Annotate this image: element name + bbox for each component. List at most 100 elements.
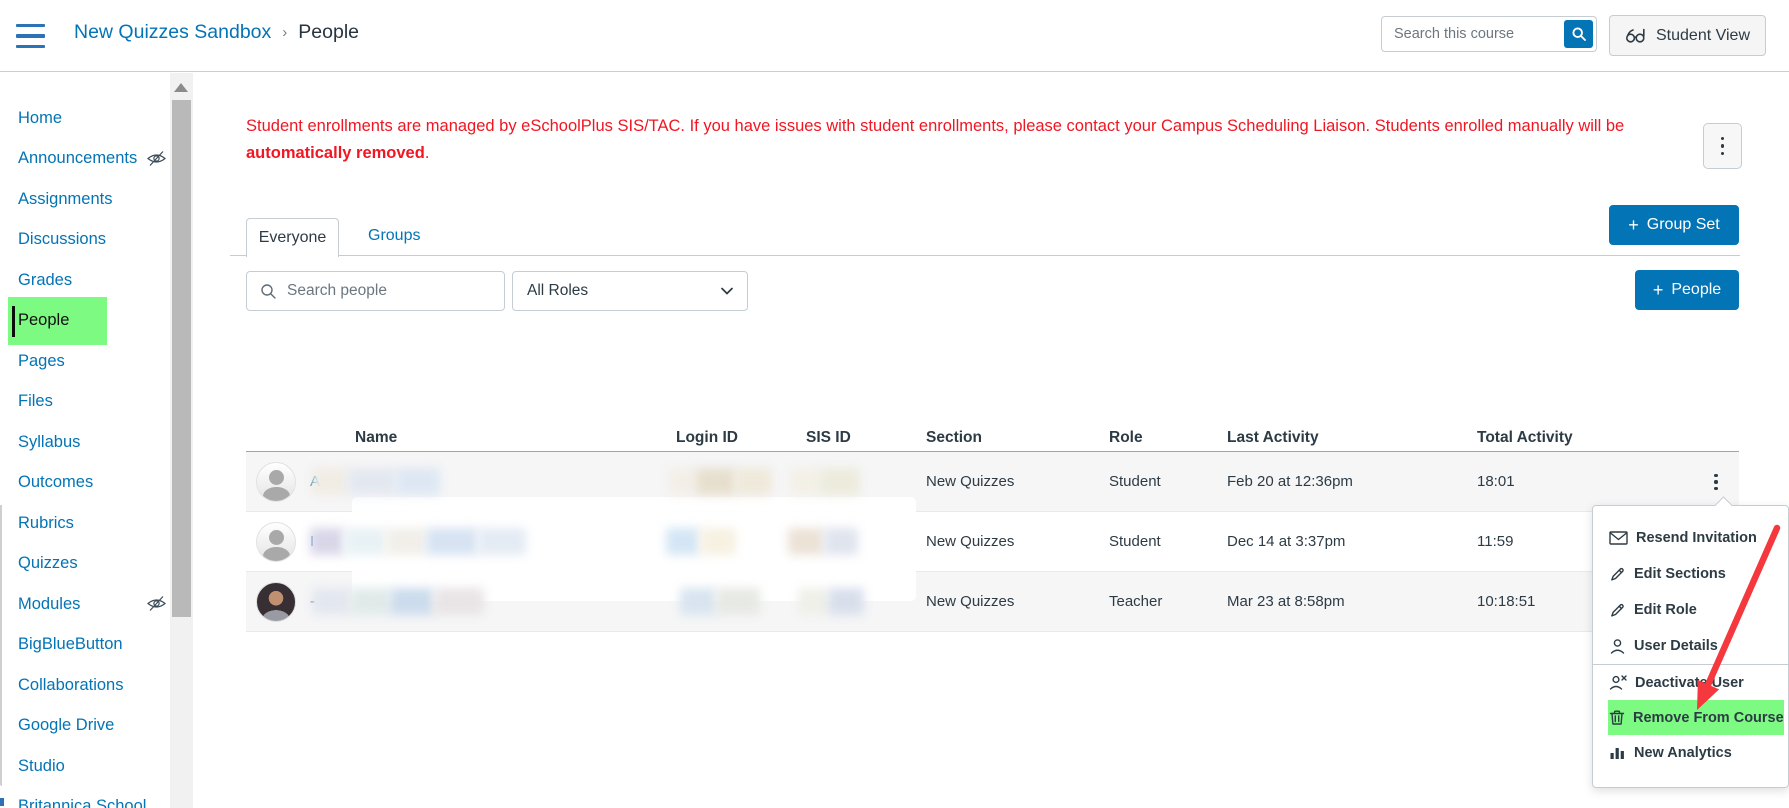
sidebar-item-grades[interactable]: Grades: [0, 260, 170, 301]
redacted-text-blob: [312, 588, 350, 615]
sidebar-item-bigbluebutton[interactable]: BigBlueButton: [0, 625, 170, 666]
redacted-text-blob: [478, 528, 526, 555]
redacted-text-blob: [390, 588, 434, 615]
redacted-text-blob: [680, 588, 716, 615]
menu-item-deactivate-user[interactable]: Deactivate User: [1593, 665, 1788, 700]
column-header-name: Name: [341, 429, 666, 447]
redacted-text-blob: [350, 588, 390, 615]
student-view-label: Student View: [1656, 27, 1750, 45]
active-item-indicator: [12, 306, 15, 337]
sidebar-item-britannica-school[interactable]: Britannica School: [0, 787, 170, 808]
chevron-down-icon: [721, 287, 733, 295]
roster-table: Name Login ID SIS ID Section Role Last A…: [246, 425, 1739, 632]
scrollbar-up-arrow-icon[interactable]: [174, 83, 188, 92]
redaction-blur-band: [352, 497, 916, 532]
menu-item-edit-sections[interactable]: Edit Sections: [1593, 556, 1788, 592]
tab-everyone[interactable]: Everyone: [246, 218, 339, 257]
page-options-kebab-button[interactable]: [1703, 123, 1742, 169]
pencil-icon: [1609, 602, 1626, 619]
pencil-icon: [1609, 566, 1626, 583]
role-cell: Teacher: [1099, 593, 1217, 610]
sidebar-item-outcomes[interactable]: Outcomes: [0, 463, 170, 504]
menu-item-new-analytics[interactable]: New Analytics: [1593, 735, 1788, 770]
menu-item-resend-invitation[interactable]: Resend Invitation: [1593, 520, 1788, 556]
sidebar-scrollbar[interactable]: [170, 73, 193, 808]
last-activity-cell: Dec 14 at 3:37pm: [1217, 533, 1467, 550]
sidebar-item-collaborations[interactable]: Collaborations: [0, 665, 170, 706]
redacted-text-blob: [696, 468, 736, 495]
menu-item-remove-from-course[interactable]: Remove From Course: [1608, 700, 1784, 735]
tab-groups[interactable]: Groups: [368, 227, 420, 245]
sidebar-item-rubrics[interactable]: Rubrics: [0, 503, 170, 544]
sidebar-item-quizzes[interactable]: Quizzes: [0, 544, 170, 585]
roles-filter-value: All Roles: [527, 282, 588, 300]
breadcrumb-course-link[interactable]: New Quizzes Sandbox: [74, 21, 271, 44]
sidebar-item-files[interactable]: Files: [0, 382, 170, 423]
trash-icon: [1609, 709, 1625, 726]
add-people-button[interactable]: + People: [1635, 270, 1739, 310]
redacted-text-blob: [310, 528, 344, 555]
enrollment-warning-bold: automatically removed: [246, 144, 425, 162]
people-search-input[interactable]: [287, 282, 504, 300]
canvas-people-page: New Quizzes Sandbox › People Student Vie…: [0, 0, 1789, 808]
row-options-kebab-button[interactable]: [1707, 473, 1725, 491]
sidebar-item-syllabus[interactable]: Syllabus: [0, 422, 170, 463]
column-header-total-activity: Total Activity: [1467, 429, 1702, 447]
sidebar-item-people[interactable]: People: [0, 301, 170, 342]
last-activity-cell: Mar 23 at 8:58pm: [1217, 593, 1467, 610]
user-x-icon: [1609, 674, 1627, 691]
redacted-text-blob: [348, 468, 396, 495]
redacted-text-blob: [434, 588, 484, 615]
sidebar-item-assignments[interactable]: Assignments: [0, 179, 170, 220]
add-group-set-button[interactable]: + Group Set: [1609, 205, 1739, 245]
hidden-eye-icon: [146, 595, 167, 612]
glasses-icon: [1625, 28, 1647, 43]
avatar[interactable]: [256, 462, 296, 502]
hamburger-menu-icon[interactable]: [16, 24, 46, 48]
course-search: [1381, 16, 1597, 52]
avatar[interactable]: [256, 582, 296, 622]
sidebar-item-google-drive[interactable]: Google Drive: [0, 706, 170, 747]
redacted-text-blob: [828, 588, 864, 615]
section-cell: New Quizzes: [916, 593, 1099, 610]
user-icon: [1609, 638, 1626, 655]
redacted-text-blob: [788, 528, 824, 555]
people-search: [246, 271, 505, 311]
role-cell: Student: [1099, 533, 1217, 550]
avatar[interactable]: [256, 522, 296, 562]
redacted-text-blob: [790, 468, 820, 495]
student-view-button[interactable]: Student View: [1609, 15, 1766, 56]
bar-chart-icon: [1609, 745, 1626, 760]
sidebar-item-discussions[interactable]: Discussions: [0, 220, 170, 261]
roles-filter-select[interactable]: All Roles: [512, 271, 748, 311]
course-navigation: Home Announcements Assignments Discussio…: [0, 98, 170, 808]
scrollbar-thumb[interactable]: [172, 100, 191, 617]
redacted-text-blob: [824, 528, 858, 555]
redacted-text-blob: [798, 588, 828, 615]
sidebar-item-announcements[interactable]: Announcements: [0, 139, 170, 180]
course-search-button[interactable]: [1564, 20, 1593, 48]
hidden-eye-icon: [146, 150, 167, 167]
enrollment-warning-text: Student enrollments are managed by eScho…: [246, 113, 1666, 167]
redacted-text-blob: [700, 528, 736, 555]
column-header-last-activity: Last Activity: [1217, 429, 1467, 447]
roster-rows: New Quizzes Student Feb 20 at 12:36pm 18…: [246, 452, 1739, 632]
total-activity-cell: 18:01: [1467, 473, 1702, 490]
sidebar-item-home[interactable]: Home: [0, 98, 170, 139]
search-icon: [260, 283, 277, 300]
section-cell: New Quizzes: [916, 533, 1099, 550]
redacted-text-blob: [344, 528, 386, 555]
sidebar-item-pages[interactable]: Pages: [0, 341, 170, 382]
breadcrumb-current-page: People: [298, 21, 359, 44]
breadcrumb-separator: ›: [282, 24, 287, 41]
column-header-section: Section: [916, 429, 1099, 447]
redacted-text-blob: [668, 468, 696, 495]
menu-item-user-details[interactable]: User Details: [1593, 628, 1788, 664]
user-options-context-menu: Resend Invitation Edit Sections Edit Rol…: [1592, 505, 1789, 788]
column-header-login-id: Login ID: [666, 429, 796, 447]
course-search-input[interactable]: [1382, 26, 1564, 42]
menu-item-edit-role[interactable]: Edit Role: [1593, 592, 1788, 628]
sidebar-item-modules[interactable]: Modules: [0, 584, 170, 625]
redacted-text-blob: [736, 468, 772, 495]
sidebar-item-studio[interactable]: Studio: [0, 746, 170, 787]
